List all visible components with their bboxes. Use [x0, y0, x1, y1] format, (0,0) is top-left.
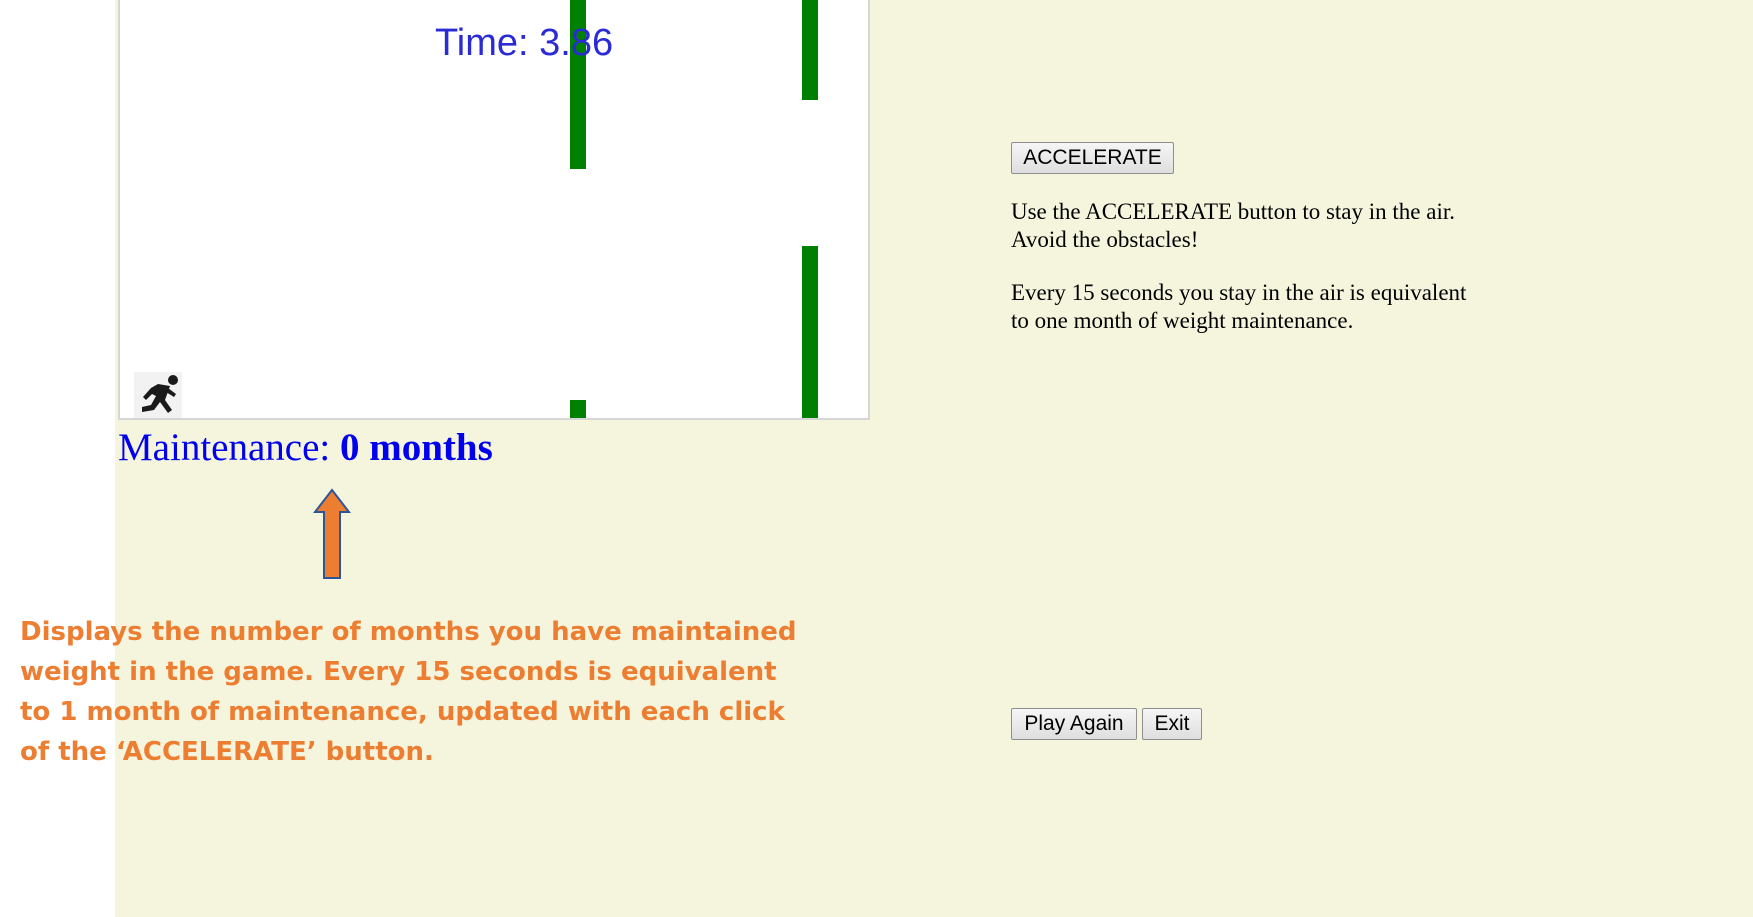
accelerate-button[interactable]: ACCELERATE — [1011, 142, 1174, 174]
game-timer: Time: 3.86 — [435, 22, 614, 64]
obstacle-bottom-1 — [570, 400, 586, 418]
instructions: Use the ACCELERATE button to stay in the… — [1011, 198, 1481, 360]
exit-button[interactable]: Exit — [1142, 708, 1202, 740]
page: Time: 3.86 Maintenance: 0 months Display… — [0, 0, 1753, 917]
game-canvas[interactable]: Time: 3.86 — [118, 0, 870, 420]
maintenance-value: 0 months — [339, 426, 493, 469]
instructions-line-1: Use the ACCELERATE button to stay in the… — [1011, 199, 1455, 252]
annotation-text: Displays the number of months you have m… — [20, 617, 797, 767]
obstacle-bottom-2 — [802, 246, 818, 418]
running-person-icon — [134, 372, 182, 418]
maintenance-display: Maintenance: 0 months — [118, 425, 493, 470]
up-arrow-icon — [313, 488, 351, 579]
obstacle-top-2 — [802, 0, 818, 100]
maintenance-label: Maintenance: — [118, 426, 331, 469]
play-again-button[interactable]: Play Again — [1011, 708, 1137, 740]
instructions-line-2: Every 15 seconds you stay in the air is … — [1011, 280, 1467, 333]
